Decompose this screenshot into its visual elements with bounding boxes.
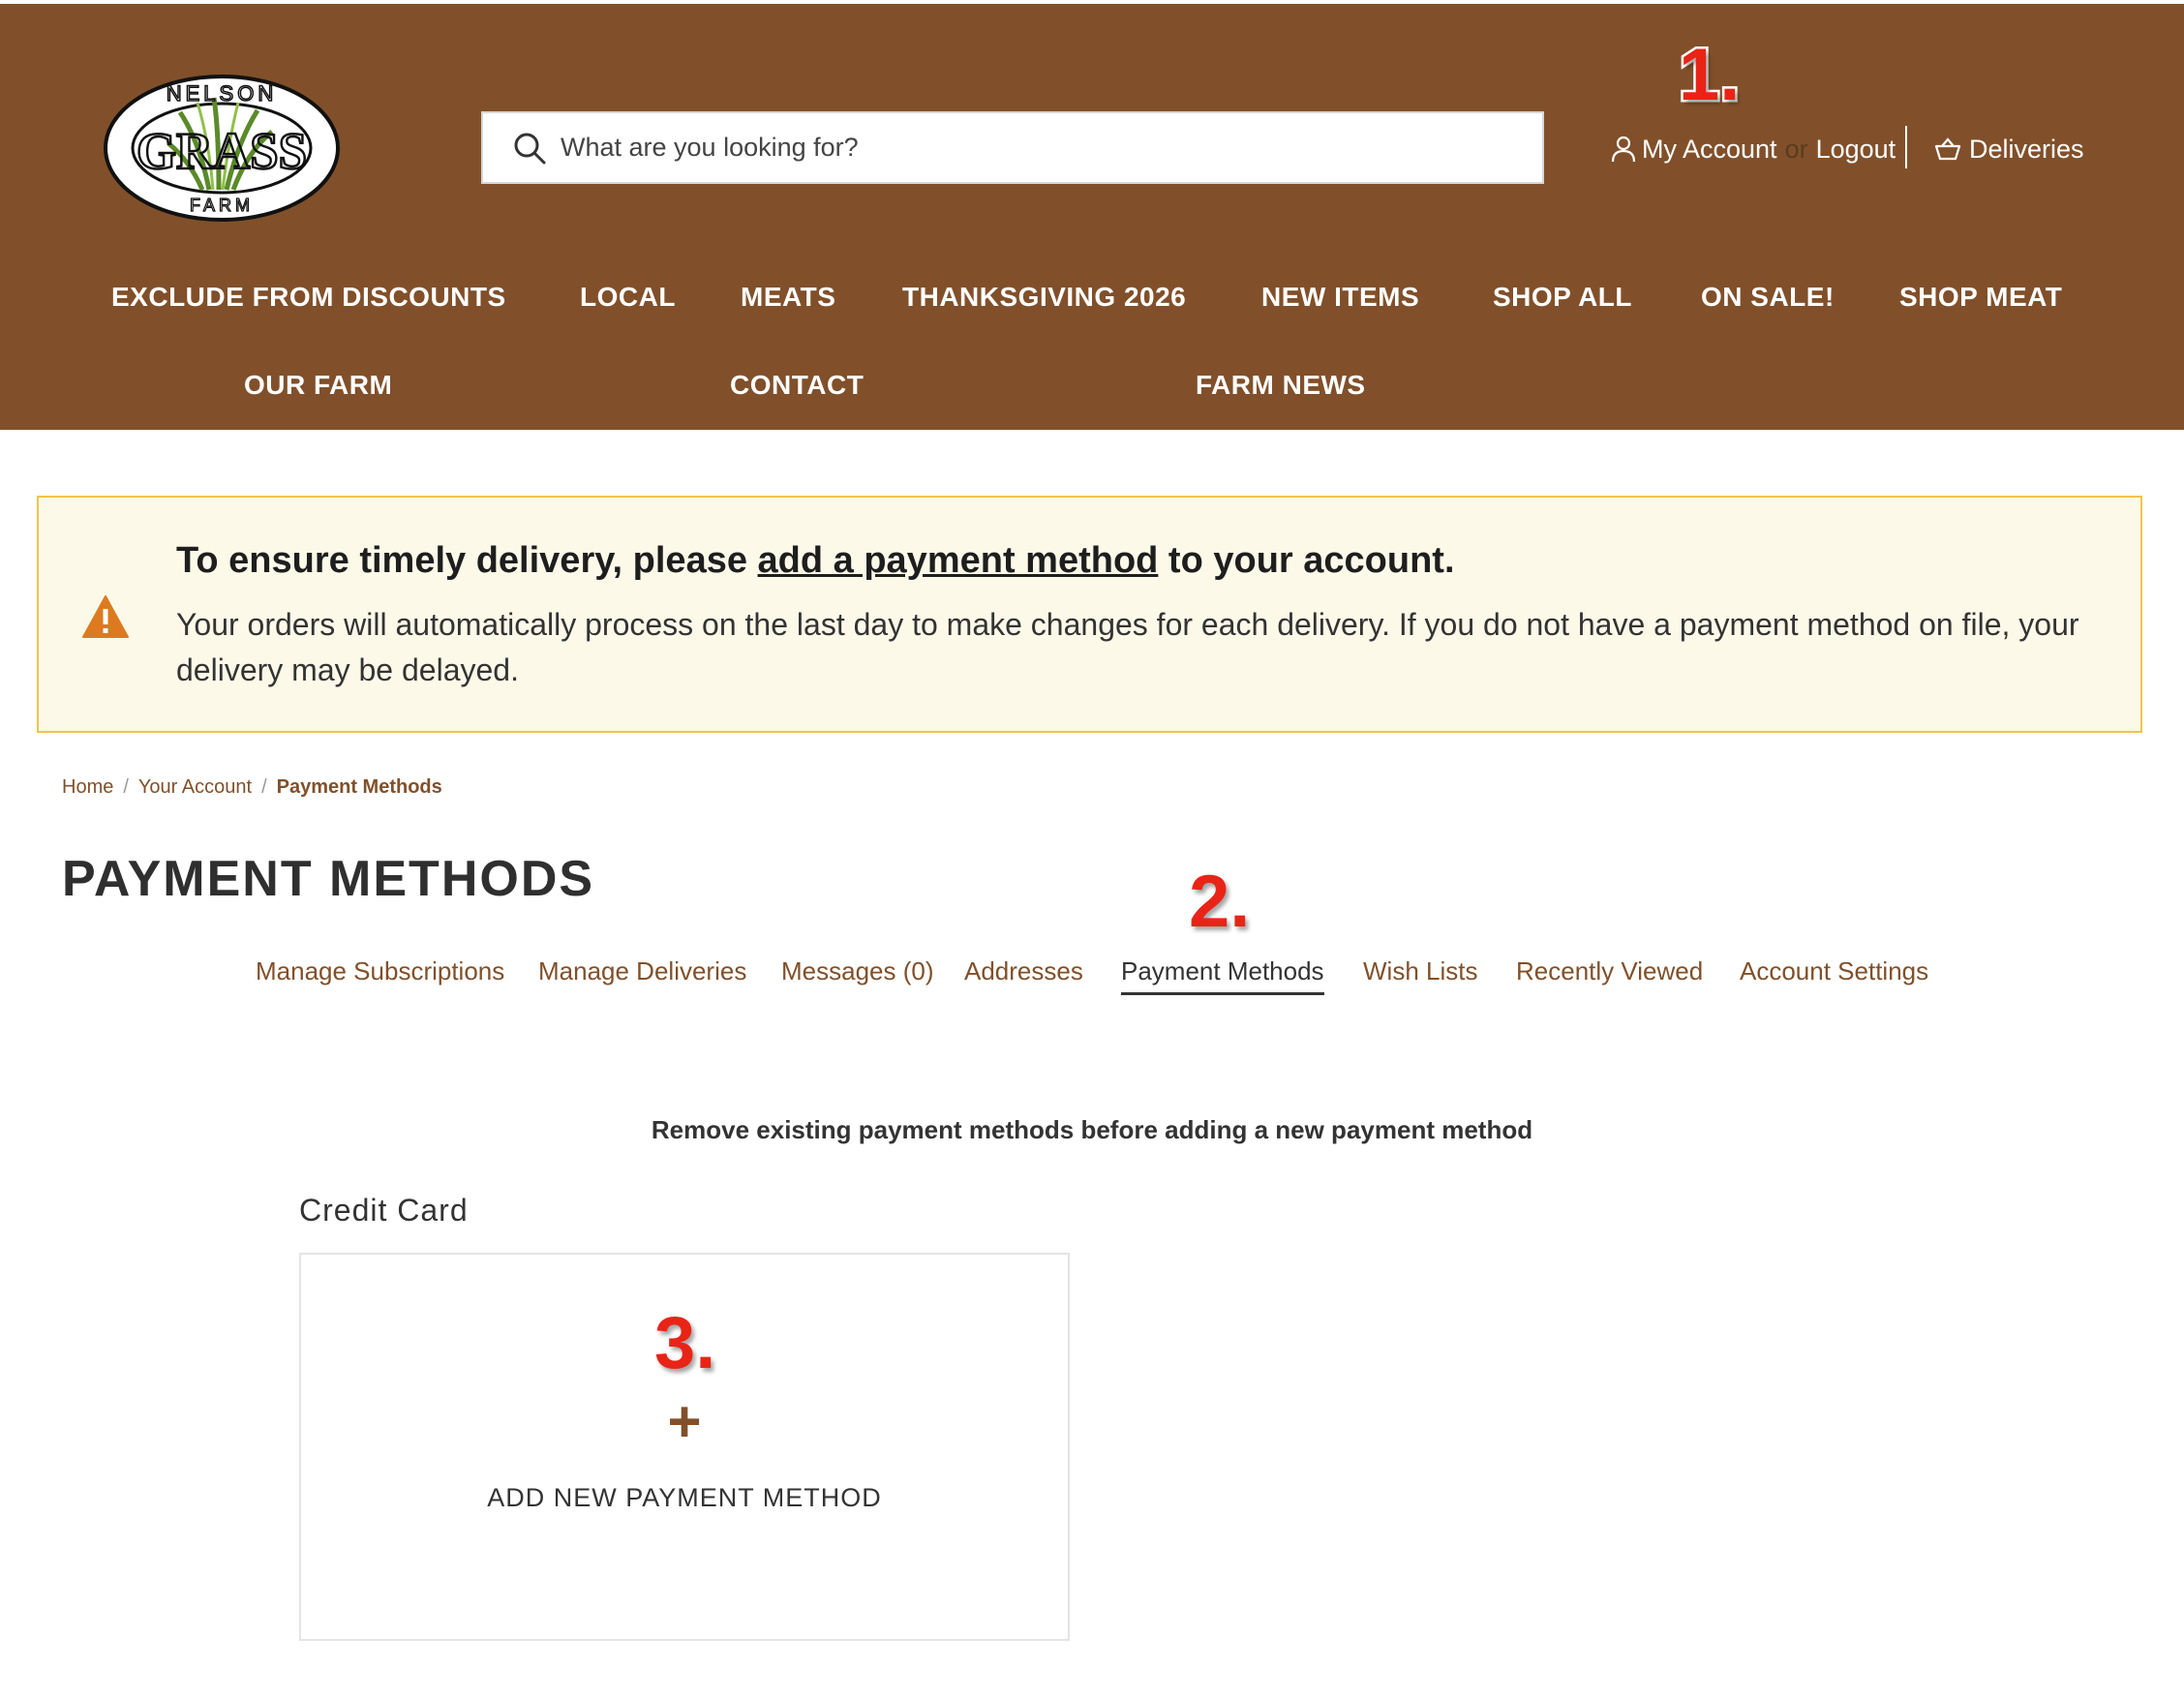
logout-link[interactable]: Logout [1816,135,1896,165]
nav-meats[interactable]: MEATS [741,282,835,313]
deliveries-label: Deliveries [1969,134,2084,164]
my-account-link[interactable]: My Account [1642,135,1777,165]
header-divider [1905,126,1907,168]
nav-new-items[interactable]: NEW ITEMS [1261,282,1419,313]
nav-thanksgiving-2026[interactable]: THANKSGIVING 2026 [902,282,1186,313]
account-links: My Account or Logout [1611,130,1896,168]
breadcrumb: Home / Your Account / Payment Methods [62,776,442,798]
nav-farm-news[interactable]: FARM NEWS [1196,370,1366,401]
tab-recently-viewed[interactable]: Recently Viewed [1516,956,1703,986]
tab-manage-subscriptions[interactable]: Manage Subscriptions [256,956,504,986]
deliveries-link[interactable]: Deliveries [1934,130,2084,168]
tab-wish-lists[interactable]: Wish Lists [1363,956,1477,986]
tab-addresses[interactable]: Addresses [964,956,1083,986]
step-marker-1: 1. [1676,32,1742,119]
alert-title: To ensure timely delivery, please add a … [176,540,1455,582]
tab-messages[interactable]: Messages (0) [781,956,934,986]
nelson-grass-farm-logo[interactable]: GRASS NELSON FARM [103,74,341,223]
tab-account-settings[interactable]: Account Settings [1740,956,1928,986]
tab-manage-deliveries[interactable]: Manage Deliveries [538,956,746,986]
plus-icon: + [667,1389,702,1454]
site-header: GRASS NELSON FARM What are you looking f… [0,4,2184,430]
search-icon [514,133,546,164]
nav-on-sale[interactable]: ON SALE! [1701,282,1835,313]
nav-our-farm[interactable]: OUR FARM [244,370,392,401]
breadcrumb-current: Payment Methods [276,776,442,798]
breadcrumb-home[interactable]: Home [62,776,113,798]
or-separator: or [1784,134,1808,164]
tab-payment-methods[interactable]: Payment Methods [1121,956,1324,995]
nav-local[interactable]: LOCAL [580,282,676,313]
remove-existing-note: Remove existing payment methods before a… [651,1115,1533,1144]
alert-title-before: To ensure timely delivery, please [176,540,758,581]
logo-main-text: GRASS [136,122,307,180]
search-input[interactable]: What are you looking for? [481,111,1544,184]
page-title: PAYMENT METHODS [62,851,595,907]
credit-card-heading: Credit Card [299,1193,469,1228]
nav-shop-meat[interactable]: SHOP MEAT [1899,282,2062,313]
warning-icon [82,595,129,638]
search-placeholder: What are you looking for? [561,133,859,162]
user-icon [1611,136,1636,163]
alert-title-after: to your account. [1158,540,1455,581]
nav-shop-all[interactable]: SHOP ALL [1493,282,1632,313]
add-payment-method-label: ADD NEW PAYMENT METHOD [487,1483,882,1512]
alert-body: Your orders will automatically process o… [176,607,2079,687]
step-marker-3: 3. [652,1300,717,1387]
nav-contact[interactable]: CONTACT [730,370,864,401]
breadcrumb-your-account[interactable]: Your Account [138,776,252,798]
add-payment-method-link[interactable]: add a payment method [758,540,1159,581]
logo-top-text: NELSON [167,81,277,106]
logo-bottom-text: FARM [190,196,254,215]
step-marker-2: 2. [1186,859,1252,946]
basket-icon [1934,137,1961,161]
nav-exclude-from-discounts[interactable]: EXCLUDE FROM DISCOUNTS [111,282,506,313]
payment-alert: To ensure timely delivery, please add a … [37,496,2142,733]
